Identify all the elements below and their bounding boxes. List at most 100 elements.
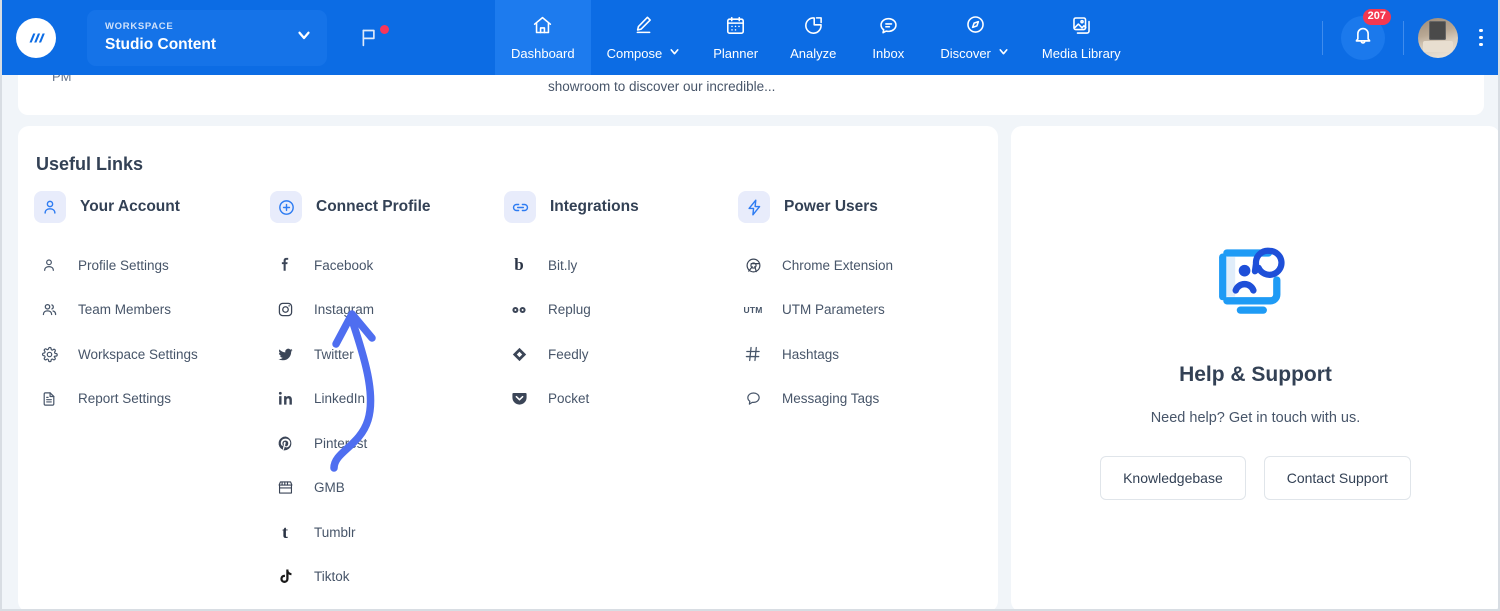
nav-label: Planner [713, 45, 759, 61]
nav-item-analyze[interactable]: Analyze [774, 0, 852, 75]
lightning-bolt-icon [738, 191, 770, 223]
gear-icon [34, 346, 64, 363]
link-label: Hashtags [782, 346, 840, 362]
kebab-menu-icon[interactable] [1470, 28, 1492, 47]
chevron-down-icon [997, 45, 1010, 61]
pocket-icon [504, 390, 534, 407]
link-item-twitter[interactable]: Twitter [270, 332, 504, 377]
column-header-connect-profile[interactable]: Connect Profile [270, 191, 504, 223]
nav-item-planner[interactable]: Planner [697, 0, 774, 75]
help-title: Help & Support [1179, 363, 1332, 386]
column-title: Connect Profile [316, 198, 431, 215]
link-label: Twitter [314, 346, 354, 362]
pie-chart-icon [803, 15, 824, 41]
users-icon [34, 301, 64, 318]
home-icon [532, 15, 553, 41]
calendar-icon [725, 15, 746, 41]
nav-item-inbox[interactable]: Inbox [852, 0, 924, 75]
post-text-fragment: showroom to discover our incredible... [548, 79, 776, 94]
knowledgebase-button[interactable]: Knowledgebase [1100, 456, 1246, 500]
contact-support-button[interactable]: Contact Support [1263, 456, 1411, 500]
nav-item-media-library[interactable]: Media Library [1026, 0, 1137, 75]
link-item-pinterest[interactable]: Pinterest [270, 421, 504, 466]
column-header-your-account[interactable]: Your Account [34, 191, 270, 223]
kebab-dot [1479, 35, 1483, 40]
linkedin-icon [270, 390, 300, 407]
help-support-content: Help & Support Need help? Get in touch w… [1011, 126, 1498, 609]
notifications-button[interactable]: 207 [1341, 8, 1391, 60]
flag-icon[interactable] [359, 25, 389, 48]
link-item-workspace-settings[interactable]: Workspace Settings [34, 332, 270, 377]
scrolled-post-card: PM showroom to discover our incredible..… [18, 69, 1484, 115]
link-label: Bit.ly [548, 257, 578, 273]
link-item-hashtags[interactable]: Hashtags [738, 332, 974, 377]
document-icon [34, 391, 64, 407]
facebook-icon [270, 257, 300, 273]
workspace-selector[interactable]: WORKSPACE Studio Content [87, 9, 327, 66]
chevron-down-icon [295, 26, 313, 49]
link-label: Pinterest [314, 435, 368, 451]
kebab-dot [1479, 28, 1483, 33]
link-icon [504, 191, 536, 223]
link-item-report-settings[interactable]: Report Settings [34, 377, 270, 422]
link-item-facebook[interactable]: Facebook [270, 243, 504, 288]
bitly-icon: b [514, 255, 524, 275]
nav-divider-left [1322, 20, 1323, 55]
nav-item-compose[interactable]: Compose [591, 0, 698, 75]
user-icon [34, 257, 64, 273]
nav-label: Compose [606, 45, 663, 61]
column-header-power-users[interactable]: Power Users [738, 191, 974, 223]
link-label: GMB [314, 480, 345, 496]
link-label: Facebook [314, 257, 374, 273]
link-item-bitly[interactable]: b Bit.ly [504, 243, 738, 288]
help-support-card: Help & Support Need help? Get in touch w… [1011, 126, 1498, 609]
link-item-messaging-tags[interactable]: Messaging Tags [738, 377, 974, 422]
link-item-gmb[interactable]: GMB [270, 466, 504, 511]
feedly-icon [504, 346, 534, 363]
replug-icon [504, 301, 534, 319]
link-item-team-members[interactable]: Team Members [34, 288, 270, 333]
notification-badge: 207 [1362, 8, 1391, 26]
column-title: Power Users [784, 198, 878, 215]
nav-right-group: 207 [1318, 0, 1498, 75]
contentstudio-logo-icon[interactable] [16, 17, 56, 58]
nav-label: Analyze [790, 45, 837, 61]
hashtag-icon [738, 345, 768, 363]
link-item-tumblr[interactable]: t Tumblr [270, 510, 504, 555]
column-title: Your Account [80, 198, 180, 215]
link-label: Feedly [548, 346, 589, 362]
link-item-replug[interactable]: Replug [504, 288, 738, 333]
twitter-icon [270, 346, 300, 363]
image-stack-icon [1071, 15, 1092, 41]
user-icon [34, 191, 66, 223]
nav-item-dashboard[interactable]: Dashboard [495, 0, 591, 75]
link-item-feedly[interactable]: Feedly [504, 332, 738, 377]
link-label: Pocket [548, 391, 590, 407]
link-label: Report Settings [78, 391, 172, 407]
nav-item-discover[interactable]: Discover [924, 0, 1026, 75]
kebab-dot [1479, 42, 1483, 47]
link-label: Profile Settings [78, 257, 169, 273]
customer-support-icon [1204, 228, 1308, 337]
compass-icon [965, 14, 986, 40]
link-label: Team Members [78, 302, 172, 318]
link-label: Tumblr [314, 524, 356, 540]
link-item-utm-parameters[interactable]: UTM UTM Parameters [738, 288, 974, 333]
link-label: Messaging Tags [782, 391, 880, 407]
link-item-instagram[interactable]: Instagram [270, 288, 504, 333]
link-item-linkedin[interactable]: LinkedIn [270, 377, 504, 422]
avatar[interactable] [1418, 17, 1458, 58]
nav-label: Discover [940, 45, 991, 61]
link-item-profile-settings[interactable]: Profile Settings [34, 243, 270, 288]
utm-icon: UTM [743, 304, 763, 315]
top-navigation-bar: WORKSPACE Studio Content Dashboard Compo… [2, 0, 1498, 75]
column-header-integrations[interactable]: Integrations [504, 191, 738, 223]
link-item-chrome-extension[interactable]: Chrome Extension [738, 243, 974, 288]
link-item-pocket[interactable]: Pocket [504, 377, 738, 422]
link-item-tiktok[interactable]: Tiktok [270, 555, 504, 600]
nav-label-wrap: Discover [940, 45, 1010, 61]
links-column-power-users: Power Users Chrome Extension UTM UTM Par… [738, 191, 974, 599]
workspace-name: Studio Content [105, 35, 217, 53]
nav-label-wrap: Compose [607, 45, 682, 61]
tiktok-icon [270, 568, 300, 585]
